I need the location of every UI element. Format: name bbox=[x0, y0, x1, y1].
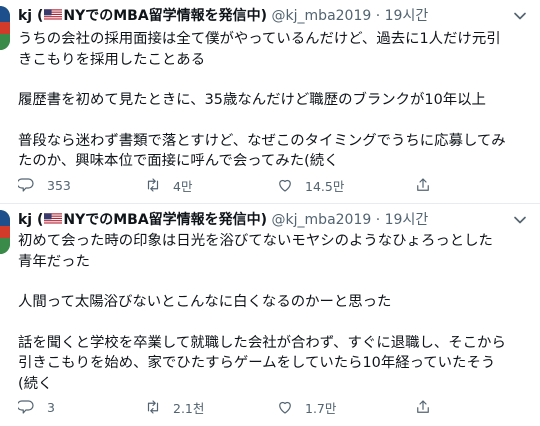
retweet-icon bbox=[147, 178, 159, 192]
text-line: 初めて会った時の印象は日光を浴びてないモヤシのようなひょろっとした bbox=[18, 233, 493, 249]
reply-count: 3 bbox=[47, 399, 55, 415]
retweet-icon bbox=[147, 400, 159, 414]
tweet-timestamp[interactable]: 19시간 bbox=[385, 212, 429, 228]
share-button[interactable] bbox=[414, 395, 432, 419]
action-bar: 3 2.1천 1.7만 bbox=[18, 395, 538, 419]
heart-icon bbox=[279, 179, 291, 192]
reply-button[interactable]: 3 bbox=[18, 395, 55, 419]
retweet-count: 4만 bbox=[173, 178, 193, 194]
like-button[interactable]: 1.7만 bbox=[276, 395, 336, 419]
chevron-down-icon[interactable] bbox=[510, 6, 530, 26]
text-line: たのか、興味本位で面接に呼んで会ってみた(続く bbox=[18, 153, 339, 169]
text-line: (続く bbox=[18, 375, 53, 392]
author-name[interactable]: kj (NYでのMBA留学情報を発信中) bbox=[18, 212, 267, 228]
reply-icon bbox=[18, 400, 34, 414]
share-button[interactable] bbox=[414, 173, 432, 197]
tweet-header: kj (NYでのMBA留学情報を発信中) @kj_mba2019 · 19시간 bbox=[18, 209, 428, 231]
author-name[interactable]: kj (NYでのMBA留学情報を発信中) bbox=[18, 8, 267, 24]
tweet-timestamp[interactable]: 19시간 bbox=[385, 8, 429, 24]
reply-button[interactable]: 353 bbox=[18, 173, 71, 197]
text-line: 青年だった bbox=[18, 253, 90, 270]
tweet-text: 初めて会った時の印象は日光を浴びてないモヤシのようなひょろっとした 青年だった … bbox=[18, 231, 536, 394]
share-icon bbox=[417, 400, 429, 413]
tweet[interactable]: kj (NYでのMBA留学情報を発信中) @kj_mba2019 · 19시간 … bbox=[0, 0, 540, 204]
text-line: 引きこもりを始め、家でひたすらゲームをしていたら10年経っていたそう bbox=[18, 355, 496, 371]
avatar[interactable] bbox=[0, 210, 10, 254]
reply-count: 353 bbox=[47, 177, 71, 193]
avatar[interactable] bbox=[0, 6, 10, 50]
retweet-count: 2.1천 bbox=[173, 400, 205, 416]
heart-icon bbox=[279, 401, 291, 414]
us-flag-icon bbox=[44, 9, 63, 21]
text-line: 普段なら迷わず書類で落とすけど、なぜこのタイミングでうちに応募してみ bbox=[18, 132, 506, 149]
text-line: うちの会社の採用面接は全て僕がやっているんだけど、過去に1人だけ元引 bbox=[18, 31, 501, 47]
separator-dot: · bbox=[375, 8, 381, 24]
like-count: 14.5만 bbox=[305, 178, 345, 194]
text-line: 人間って太陽浴びないとこんなに白くなるのかーと思った bbox=[18, 294, 392, 310]
tweet-text: うちの会社の採用面接は全て僕がやっているんだけど、過去に1人だけ元引 きこもりを… bbox=[18, 29, 536, 172]
text-line: 話を聞くと学校を卒業して就職した会社が合わず、すぐに退職し、そこから bbox=[18, 334, 506, 351]
retweet-button[interactable]: 4만 bbox=[144, 173, 192, 197]
text-line: きこもりを採用したことある bbox=[18, 51, 206, 68]
share-icon bbox=[417, 178, 429, 191]
tweet-header: kj (NYでのMBA留学情報を発信中) @kj_mba2019 · 19시간 bbox=[18, 5, 428, 27]
author-handle[interactable]: @kj_mba2019 bbox=[272, 8, 372, 24]
separator-dot: · bbox=[375, 212, 381, 228]
author-handle[interactable]: @kj_mba2019 bbox=[272, 212, 372, 228]
like-button[interactable]: 14.5만 bbox=[276, 173, 344, 197]
chevron-down-icon[interactable] bbox=[510, 210, 530, 230]
action-bar: 353 4만 14.5만 bbox=[18, 173, 538, 197]
us-flag-icon bbox=[44, 213, 63, 225]
like-count: 1.7만 bbox=[305, 400, 337, 416]
text-line: 履歴書を初めて見たときに、35歳なんだけど職歴のブランクが10年以上 bbox=[18, 92, 486, 108]
reply-icon bbox=[18, 178, 34, 192]
tweet[interactable]: kj (NYでのMBA留学情報を発信中) @kj_mba2019 · 19시간 … bbox=[0, 204, 540, 426]
retweet-button[interactable]: 2.1천 bbox=[144, 395, 204, 419]
